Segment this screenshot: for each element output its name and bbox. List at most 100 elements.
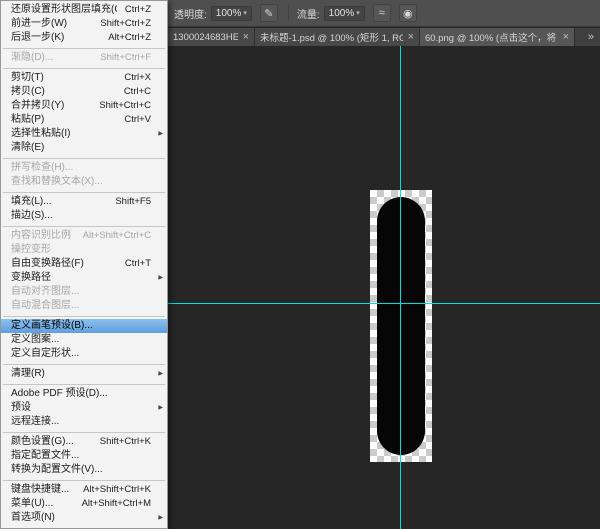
- menu-item-label: 前进一步(W): [11, 17, 67, 31]
- submenu-arrow-icon: ▶: [158, 511, 163, 525]
- menu-item-label: 定义画笔预设(B)...: [11, 319, 93, 333]
- document-tab[interactable]: 1300024683HEKN.psd @ 3... ×: [168, 28, 255, 46]
- menu-item[interactable]: 预设 ▶: [1, 401, 167, 415]
- menu-item[interactable]: 前进一步(W)Shift+Ctrl+Z: [1, 17, 167, 31]
- guide-vertical[interactable]: [400, 46, 401, 529]
- menu-item: 自动对齐图层...: [1, 285, 167, 299]
- menu-separator: [3, 364, 165, 365]
- menu-item[interactable]: 清理(R) ▶: [1, 367, 167, 381]
- opacity-dropdown[interactable]: 100% ▾: [211, 6, 252, 21]
- submenu-arrow-icon: ▶: [158, 271, 163, 285]
- menu-item[interactable]: 自由变换路径(F) Ctrl+T: [1, 257, 167, 271]
- menu-item: 内容识别比例Alt+Shift+Ctrl+C: [1, 229, 167, 243]
- menu-item[interactable]: 远程连接...: [1, 415, 167, 429]
- menu-item[interactable]: 指定配置文件...: [1, 449, 167, 463]
- menu-item-label: 首选项(N): [11, 511, 55, 525]
- menu-item[interactable]: 定义图案...: [1, 333, 167, 347]
- menu-item-label: Adobe PDF 预设(D)...: [11, 387, 108, 401]
- menu-item[interactable]: 变换路径▶: [1, 271, 167, 285]
- airbrush-icon[interactable]: ≈: [373, 4, 391, 22]
- menu-item-shortcut: Alt+Shift+Ctrl+M: [74, 497, 151, 511]
- menu-item-label: 定义图案...: [11, 333, 59, 347]
- menu-item-label: 填充(L)...: [11, 195, 52, 209]
- menu-item[interactable]: 剪切(T)Ctrl+X: [1, 71, 167, 85]
- opacity-value: 100%: [216, 8, 242, 19]
- menu-item-label: 指定配置文件...: [11, 449, 79, 463]
- menu-item-label: 菜单(U)...: [11, 497, 53, 511]
- tab-close-icon[interactable]: ×: [243, 32, 249, 42]
- menu-separator: [3, 192, 165, 193]
- document-canvas[interactable]: [370, 190, 432, 462]
- menu-item-label: 拷贝(C): [11, 85, 45, 99]
- menu-item-shortcut: Alt+Shift+Ctrl+C: [75, 229, 151, 243]
- menu-item[interactable]: 填充(L)...Shift+F5: [1, 195, 167, 209]
- menu-item-label: 远程连接...: [11, 415, 59, 429]
- menu-item[interactable]: 合并拷贝(Y) Shift+Ctrl+C: [1, 99, 167, 113]
- menu-item-label: 键盘快捷键...: [11, 483, 69, 497]
- menu-item-shortcut: Shift+Ctrl+F: [92, 51, 151, 65]
- menu-item-label: 自动对齐图层...: [11, 285, 79, 299]
- menu-item-label: 清理(R): [11, 367, 45, 381]
- menu-item-label: 剪切(T): [11, 71, 44, 85]
- pressure-opacity-icon[interactable]: ✎: [260, 4, 278, 22]
- submenu-arrow-icon: ▶: [158, 367, 163, 381]
- menu-item[interactable]: 键盘快捷键... Alt+Shift+Ctrl+K: [1, 483, 167, 497]
- menu-item-shortcut: Ctrl+C: [116, 85, 151, 99]
- menu-item-label: 查找和替换文本(X)...: [11, 175, 103, 189]
- tab-overflow-chevron-icon[interactable]: »: [582, 31, 600, 43]
- pressure-size-icon[interactable]: ◉: [399, 4, 417, 22]
- menu-item[interactable]: 转换为配置文件(V)...: [1, 463, 167, 477]
- submenu-arrow-icon: ▶: [158, 127, 163, 141]
- flow-dropdown[interactable]: 100% ▾: [324, 6, 365, 21]
- menu-item[interactable]: 首选项(N) ▶: [1, 511, 167, 525]
- menu-item-label: 选择性粘贴(I): [11, 127, 70, 141]
- menu-item-label: 预设: [11, 401, 31, 415]
- tab-close-icon[interactable]: ×: [408, 32, 414, 42]
- menu-item: 渐隐(D)...Shift+Ctrl+F: [1, 51, 167, 65]
- chevron-down-icon: ▾: [243, 9, 247, 17]
- menu-item-label: 定义自定形状...: [11, 347, 79, 361]
- menu-item: 查找和替换文本(X)...: [1, 175, 167, 189]
- document-tab[interactable]: 60.png @ 100% (点击这个，将 选区转...×: [420, 28, 575, 46]
- menu-item-shortcut: Shift+Ctrl+K: [92, 435, 151, 449]
- menu-item: 操控变形: [1, 243, 167, 257]
- menu-item[interactable]: 后退一步(K)Alt+Ctrl+Z: [1, 31, 167, 45]
- menu-item-shortcut: Ctrl+T: [117, 257, 151, 271]
- tab-close-icon[interactable]: ×: [563, 32, 569, 42]
- menu-item[interactable]: 清除(E): [1, 141, 167, 155]
- menu-separator: [3, 316, 165, 317]
- menu-item[interactable]: 拷贝(C) Ctrl+C: [1, 85, 167, 99]
- menu-item-shortcut: Ctrl+Z: [117, 3, 151, 17]
- menu-item[interactable]: 描边(S)...: [1, 209, 167, 223]
- tab-title: 未标题-1.psd @ 100% (矩形 1, RGB/...: [260, 30, 403, 44]
- menu-item-shortcut: Shift+Ctrl+C: [91, 99, 151, 113]
- menu-separator: [3, 432, 165, 433]
- menu-item[interactable]: 选择性粘贴(I) ▶: [1, 127, 167, 141]
- menu-item-shortcut: Alt+Shift+Ctrl+K: [75, 483, 151, 497]
- menu-item[interactable]: Adobe PDF 预设(D)...: [1, 387, 167, 401]
- menu-item-label: 清除(E): [11, 141, 44, 155]
- chevron-down-icon: ▾: [356, 9, 360, 17]
- menu-separator: [3, 384, 165, 385]
- flow-label: 流量:: [297, 6, 320, 21]
- document-tab[interactable]: 未标题-1.psd @ 100% (矩形 1, RGB/... ×: [255, 28, 420, 46]
- menu-item[interactable]: 定义自定形状...: [1, 347, 167, 361]
- menu-separator: [3, 68, 165, 69]
- menu-item-label: 拼写检查(H)...: [11, 161, 73, 175]
- menu-item[interactable]: 粘贴(P)Ctrl+V: [1, 113, 167, 127]
- tab-title: 1300024683HEKN.psd @ 3...: [173, 32, 238, 43]
- menu-item-label: 颜色设置(G)...: [11, 435, 74, 449]
- menu-item[interactable]: 菜单(U)... Alt+Shift+Ctrl+M: [1, 497, 167, 511]
- menu-separator: [3, 48, 165, 49]
- menu-item-label: 后退一步(K): [11, 31, 64, 45]
- menu-item-label: 描边(S)...: [11, 209, 53, 223]
- menu-separator: [3, 226, 165, 227]
- menu-item[interactable]: 颜色设置(G)... Shift+Ctrl+K: [1, 435, 167, 449]
- menu-item-label: 自由变换路径(F): [11, 257, 84, 271]
- flow-value: 100%: [329, 8, 355, 19]
- menu-item[interactable]: 定义画笔预设(B)...: [1, 319, 167, 333]
- menu-item-label: 合并拷贝(Y): [11, 99, 64, 113]
- submenu-arrow-icon: ▶: [158, 401, 163, 415]
- menu-item: 拼写检查(H)...: [1, 161, 167, 175]
- menu-item[interactable]: 还原设置形状图层填充(O)Ctrl+Z: [1, 3, 167, 17]
